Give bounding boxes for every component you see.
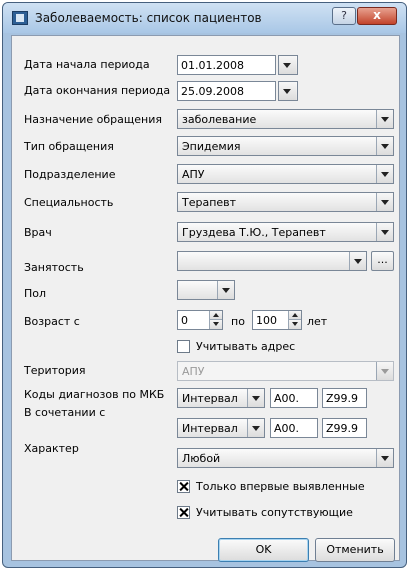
chevron-down-icon <box>376 165 393 183</box>
period-start-label: Дата начала периода <box>24 58 150 71</box>
character-label: Характер <box>24 442 79 455</box>
title-bar[interactable]: Заболеваемость: список пациентов ? x <box>3 3 406 33</box>
period-end-field[interactable]: 25.09.2008 <box>177 81 276 101</box>
employment-select[interactable] <box>177 251 367 271</box>
sex-select[interactable] <box>177 280 235 300</box>
chevron-down-icon <box>376 110 393 128</box>
arrow-down-icon[interactable] <box>289 320 301 329</box>
chevron-down-icon <box>376 362 393 380</box>
department-select[interactable]: АПУ <box>177 164 394 184</box>
icd-codes-from-value: A00. <box>274 392 300 405</box>
consider-comorbid-label[interactable]: Учитывать сопутствующие <box>196 506 353 519</box>
consider-comorbid-checkbox[interactable] <box>177 506 190 519</box>
icd-codes-mode-value: Интервал <box>182 392 238 405</box>
doctor-value: Груздева Т.Ю., Терапевт <box>182 226 326 239</box>
icd-codes-mode-select[interactable]: Интервал <box>177 388 265 408</box>
period-start-value: 01.01.2008 <box>181 59 244 72</box>
specialty-label: Специальность <box>24 196 114 209</box>
icd-codes-label: Коды диагнозов по МКБ <box>24 388 165 401</box>
combined-to-field[interactable]: Z99.9 <box>322 418 367 438</box>
purpose-select[interactable]: заболевание <box>177 109 394 129</box>
specialty-value: Терапевт <box>182 196 237 209</box>
dialog-body: Дата начала периода 01.01.2008 Дата окон… <box>11 35 400 562</box>
visit-type-select[interactable]: Эпидемия <box>177 136 394 156</box>
territory-label: Територия <box>24 364 86 377</box>
use-address-label[interactable]: Учитывать адрес <box>196 340 295 353</box>
age-to-label: по <box>231 315 245 328</box>
department-label: Подразделение <box>24 168 116 181</box>
ok-button[interactable]: OK <box>218 538 309 562</box>
help-button[interactable]: ? <box>332 7 356 25</box>
period-end-label: Дата окончания периода <box>24 84 171 97</box>
chevron-down-icon <box>279 56 296 74</box>
chevron-down-icon <box>247 419 264 437</box>
cancel-button[interactable]: Отменить <box>315 538 395 562</box>
department-value: АПУ <box>182 168 205 181</box>
chevron-down-icon <box>217 281 234 299</box>
chevron-down-icon <box>349 252 366 270</box>
age-to-value: 100 <box>256 314 277 327</box>
chevron-down-icon <box>376 137 393 155</box>
territory-select[interactable]: АПУ <box>177 361 394 381</box>
age-from-value: 0 <box>181 314 188 327</box>
arrow-up-icon[interactable] <box>289 311 301 320</box>
employment-label: Занятость <box>24 261 84 274</box>
purpose-label: Назначение обращения <box>24 113 162 126</box>
age-from-stepper[interactable] <box>209 311 222 329</box>
visit-type-value: Эпидемия <box>182 140 241 153</box>
employment-browse-button[interactable]: ... <box>371 251 394 271</box>
specialty-select[interactable]: Терапевт <box>177 192 394 212</box>
sex-label: Пол <box>24 287 47 300</box>
combined-mode-value: Интервал <box>182 422 238 435</box>
age-to-stepper[interactable] <box>288 311 301 329</box>
chevron-down-icon <box>376 223 393 241</box>
chevron-down-icon <box>376 193 393 211</box>
icd-codes-to-field[interactable]: Z99.9 <box>322 388 367 408</box>
purpose-value: заболевание <box>182 113 257 126</box>
use-address-checkbox[interactable] <box>177 340 190 353</box>
doctor-label: Врач <box>24 226 52 239</box>
arrow-down-icon[interactable] <box>210 320 222 329</box>
combined-to-value: Z99.9 <box>326 422 359 435</box>
period-start-calendar-button[interactable] <box>278 55 298 75</box>
combined-label: В сочетании с <box>24 406 106 419</box>
territory-value: АПУ <box>182 365 205 378</box>
first-time-only-checkbox[interactable] <box>177 480 190 493</box>
character-select[interactable]: Любой <box>177 448 394 468</box>
combined-mode-select[interactable]: Интервал <box>177 418 265 438</box>
doctor-select[interactable]: Груздева Т.Ю., Терапевт <box>177 222 394 242</box>
age-label: Возраст с <box>24 315 80 328</box>
app-icon <box>12 11 28 25</box>
period-start-field[interactable]: 01.01.2008 <box>177 55 276 75</box>
arrow-up-icon[interactable] <box>210 311 222 320</box>
icd-codes-from-field[interactable]: A00. <box>270 388 318 408</box>
window-title: Заболеваемость: список пациентов <box>35 11 262 25</box>
icd-codes-to-value: Z99.9 <box>326 392 359 405</box>
combined-from-value: A00. <box>274 422 300 435</box>
first-time-only-label[interactable]: Только впервые выявленные <box>196 480 365 493</box>
age-from-spinbox[interactable]: 0 <box>177 310 223 330</box>
character-value: Любой <box>182 452 221 465</box>
chevron-down-icon <box>247 389 264 407</box>
chevron-down-icon <box>279 82 296 100</box>
period-end-calendar-button[interactable] <box>278 81 298 101</box>
dialog-window: Заболеваемость: список пациентов ? x Дат… <box>2 2 407 568</box>
visit-type-label: Тип обращения <box>24 140 114 153</box>
chevron-down-icon <box>376 449 393 467</box>
age-unit-label: лет <box>307 315 328 328</box>
period-end-value: 25.09.2008 <box>181 85 244 98</box>
combined-from-field[interactable]: A00. <box>270 418 318 438</box>
close-button[interactable]: x <box>357 7 397 25</box>
age-to-spinbox[interactable]: 100 <box>252 310 302 330</box>
